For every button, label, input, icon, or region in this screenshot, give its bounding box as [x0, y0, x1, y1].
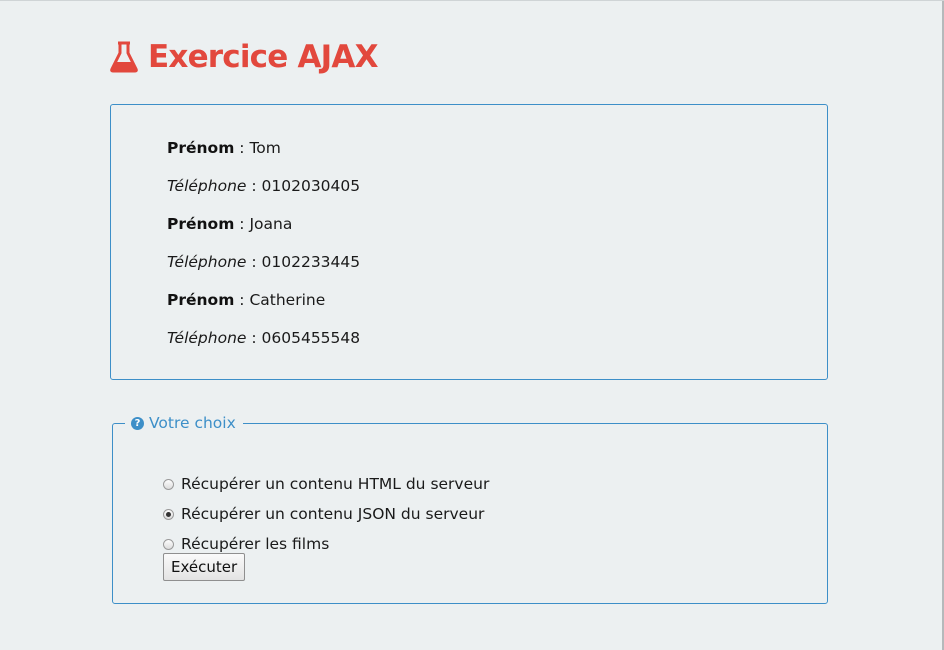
- separator: :: [234, 291, 250, 309]
- phone-label: Téléphone: [167, 253, 247, 271]
- phone-label: Téléphone: [167, 329, 247, 347]
- option-json[interactable]: Récupérer un contenu JSON du serveur: [163, 505, 484, 523]
- person-phone-line: Téléphone : 0605455548: [167, 328, 360, 348]
- person-firstname-line: Prénom : Joana: [167, 214, 292, 234]
- separator: :: [234, 215, 250, 233]
- radio-html[interactable]: [163, 478, 174, 490]
- phone-label: Téléphone: [167, 177, 247, 195]
- phone-value: 0605455548: [261, 329, 361, 347]
- flask-icon: [110, 41, 138, 73]
- choice-fieldset: ? Votre choix Récupérer un contenu HTML …: [112, 414, 828, 604]
- firstname-label: Prénom: [167, 139, 235, 157]
- choice-legend: ? Votre choix: [125, 414, 243, 432]
- choice-legend-text: Votre choix: [149, 414, 236, 432]
- phone-value: 0102030405: [261, 177, 361, 195]
- firstname-value: Joana: [249, 215, 293, 233]
- person-firstname-line: Prénom : Catherine: [167, 290, 325, 310]
- firstname-label: Prénom: [167, 291, 235, 309]
- firstname-value: Tom: [249, 139, 281, 157]
- question-circle-icon: ?: [131, 416, 144, 430]
- execute-button[interactable]: Exécuter: [163, 553, 246, 581]
- option-films-label: Récupérer les films: [181, 535, 330, 553]
- person-phone-line: Téléphone : 0102233445: [167, 252, 360, 272]
- option-films[interactable]: Récupérer les films: [163, 535, 329, 553]
- option-json-label: Récupérer un contenu JSON du serveur: [181, 505, 485, 523]
- separator: :: [246, 253, 262, 271]
- separator: :: [246, 177, 262, 195]
- person-phone-line: Téléphone : 0102030405: [167, 176, 360, 196]
- results-panel: Prénom : Tom Téléphone : 0102030405 Prén…: [110, 104, 828, 380]
- page-title: Exercice AJAX: [110, 39, 379, 75]
- separator: :: [246, 329, 262, 347]
- separator: :: [234, 139, 250, 157]
- option-html-label: Récupérer un contenu HTML du serveur: [181, 475, 490, 493]
- page-title-text: Exercice AJAX: [148, 39, 379, 75]
- firstname-value: Catherine: [249, 291, 326, 309]
- radio-films[interactable]: [163, 538, 174, 550]
- phone-value: 0102233445: [261, 253, 361, 271]
- person-firstname-line: Prénom : Tom: [167, 138, 281, 158]
- firstname-label: Prénom: [167, 215, 235, 233]
- option-html[interactable]: Récupérer un contenu HTML du serveur: [163, 475, 489, 493]
- radio-json[interactable]: [163, 508, 174, 520]
